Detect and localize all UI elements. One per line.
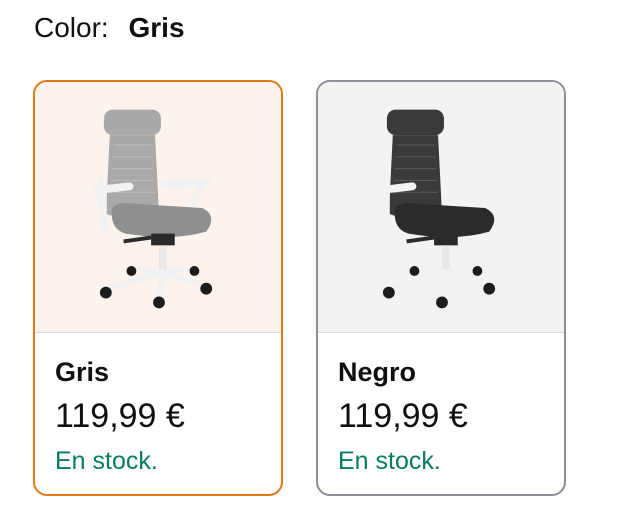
swatch-divider — [318, 332, 564, 333]
swatch-divider — [35, 332, 281, 333]
chair-image-negro — [318, 82, 564, 332]
color-label: Color: — [34, 12, 109, 43]
option-availability: En stock. — [338, 447, 441, 475]
selected-color-value: Gris — [128, 12, 185, 43]
chair-image-gris — [35, 82, 281, 332]
color-option-gris[interactable]: Gris 119,99 € En stock. — [33, 80, 283, 496]
option-availability: En stock. — [55, 447, 158, 475]
color-option-negro[interactable]: Negro 119,99 € En stock. — [316, 80, 566, 496]
office-chair-icon — [375, 109, 496, 309]
option-name: Gris — [55, 357, 110, 387]
option-price: 119,99 € — [55, 397, 185, 435]
option-name: Negro — [338, 357, 417, 387]
option-price: 119,99 € — [338, 397, 468, 435]
office-chair-icon — [92, 109, 213, 309]
color-selector-header: Color: Gris — [34, 8, 185, 48]
